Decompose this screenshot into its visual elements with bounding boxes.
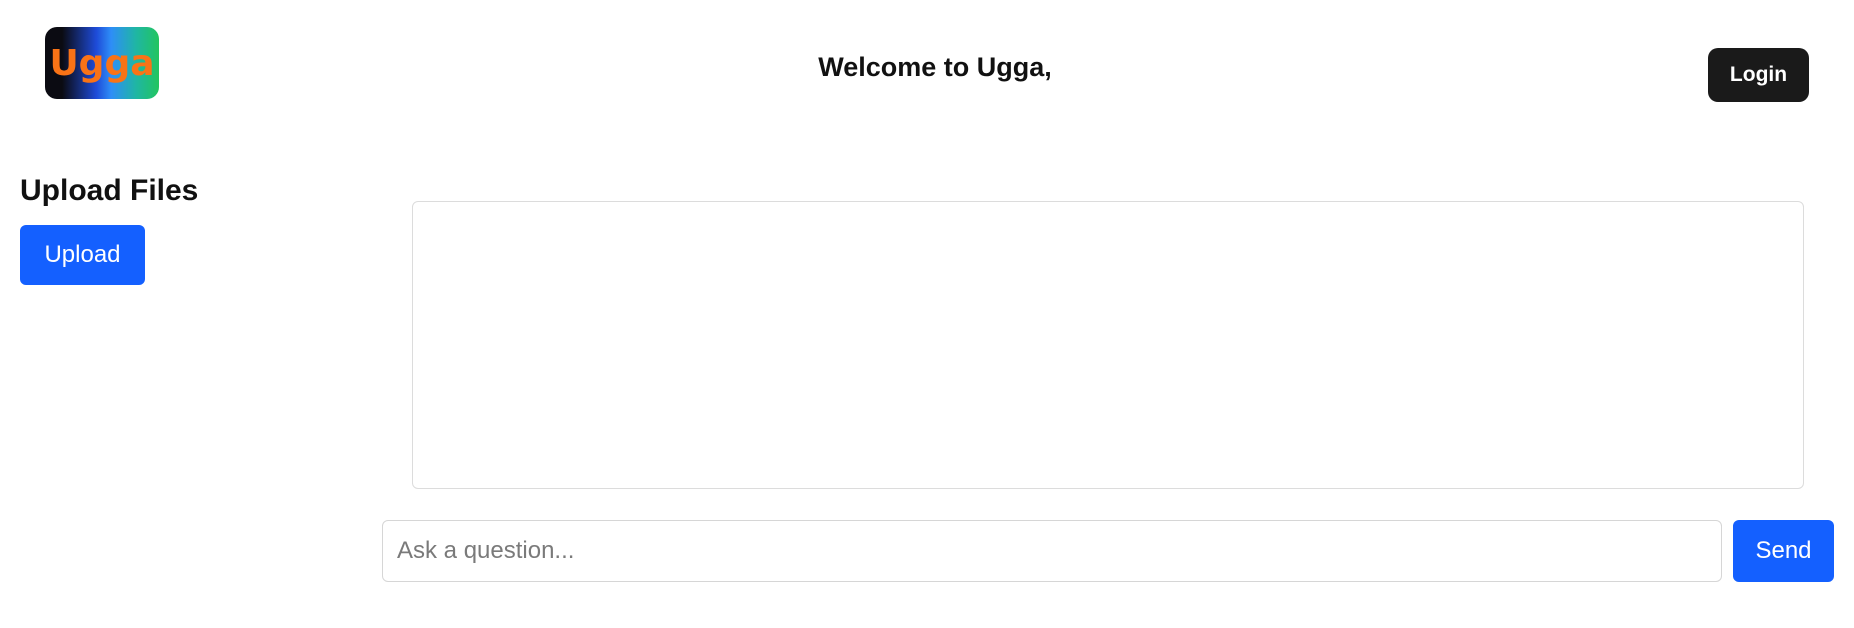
chat-messages-area: [412, 201, 1804, 489]
upload-files-heading: Upload Files: [20, 174, 199, 207]
question-input[interactable]: [382, 520, 1722, 582]
page: Ugga Welcome to Ugga, Login Upload Files…: [0, 0, 1854, 628]
send-button[interactable]: Send: [1733, 520, 1834, 582]
login-button[interactable]: Login: [1708, 48, 1809, 102]
upload-button[interactable]: Upload: [20, 225, 145, 285]
welcome-heading: Welcome to Ugga,: [818, 52, 1052, 82]
